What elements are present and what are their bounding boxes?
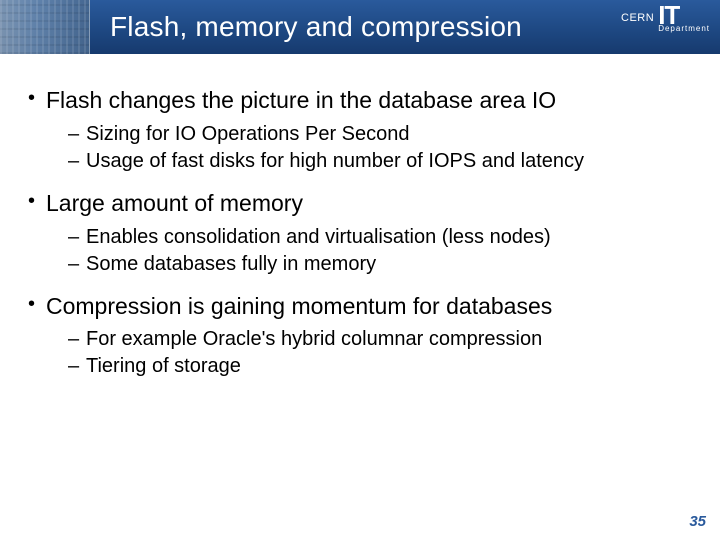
logo-dept-text: Department [658,26,710,33]
bullet-level1: Compression is gaining momentum for data… [28,292,702,321]
bullet-level1: Flash changes the picture in the databas… [28,86,702,115]
cern-it-logo: CERN IT Department [621,4,710,33]
slide-content: Flash changes the picture in the databas… [0,54,720,380]
bullet-level2: Usage of fast disks for high number of I… [28,148,702,175]
bullet-level2: Enables consolidation and virtualisation… [28,224,702,251]
bullet-level1: Large amount of memory [28,189,702,218]
bullet-level2: Tiering of storage [28,353,702,380]
slide-title: Flash, memory and compression [110,11,522,43]
bullet-group: Large amount of memory Enables consolida… [28,189,702,278]
bullet-level2: For example Oracle's hybrid columnar com… [28,326,702,353]
header-decorative-image [0,0,90,54]
logo-unit-text: IT [658,4,679,26]
bullet-level2: Some databases fully in memory [28,251,702,278]
page-number: 35 [689,513,706,530]
bullet-group: Compression is gaining momentum for data… [28,292,702,381]
logo-org-text: CERN [621,12,654,24]
bullet-level2: Sizing for IO Operations Per Second [28,121,702,148]
slide-header: Flash, memory and compression CERN IT De… [0,0,720,54]
bullet-group: Flash changes the picture in the databas… [28,86,702,175]
